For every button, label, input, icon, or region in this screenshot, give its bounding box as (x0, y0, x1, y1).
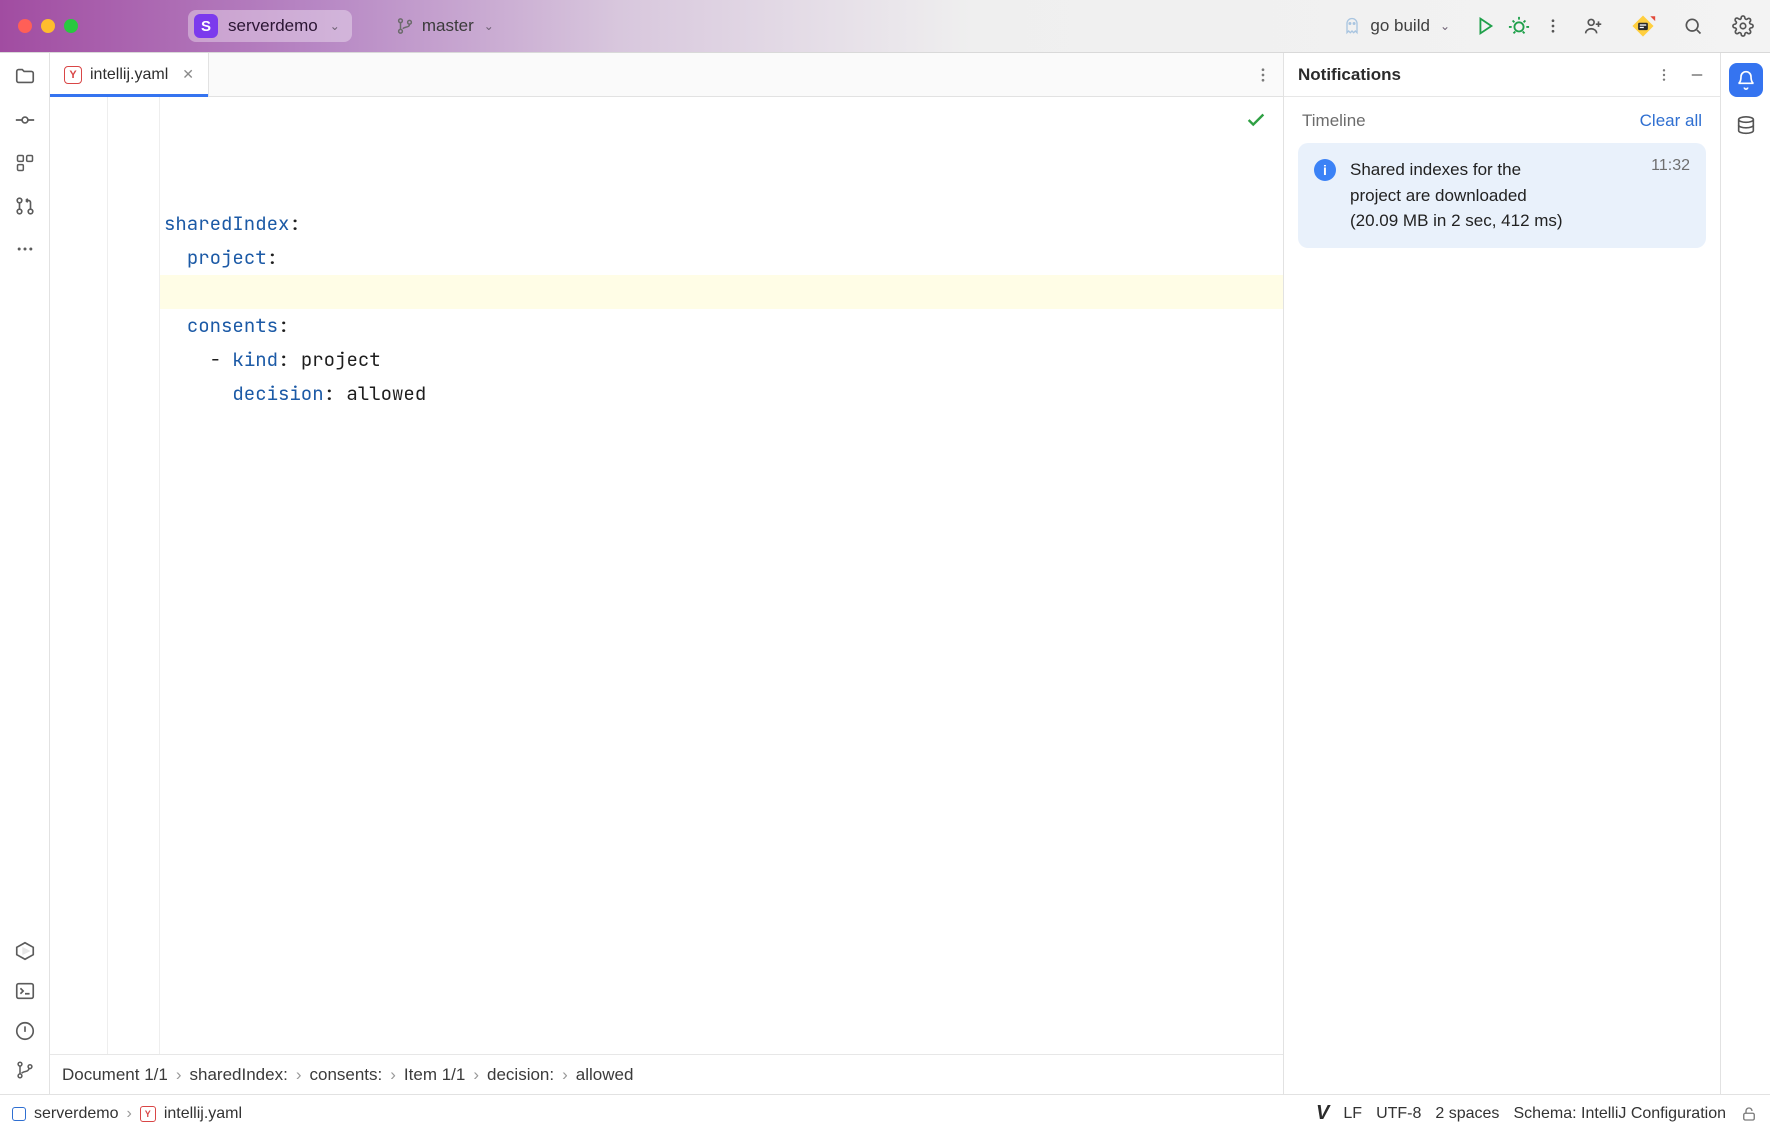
project-tool-button[interactable] (14, 65, 36, 87)
run-config-name: go build (1370, 16, 1430, 36)
breadcrumb-item[interactable]: Document 1/1 (62, 1065, 168, 1085)
left-tool-stripe (0, 53, 50, 1094)
close-window-button[interactable] (18, 19, 32, 33)
terminal-tool-button[interactable] (14, 980, 36, 1002)
inspection-ok-icon[interactable] (1245, 109, 1267, 131)
main-area: Y intellij.yaml ✕ sharedIndex: project: … (0, 53, 1770, 1094)
right-tool-stripe (1720, 53, 1770, 1094)
services-tool-button[interactable] (14, 940, 36, 962)
breadcrumb-item[interactable]: decision: (487, 1065, 554, 1085)
breadcrumb-item[interactable]: sharedIndex: (190, 1065, 288, 1085)
notifications-panel: Notifications Timeline Clear all i Share… (1284, 53, 1720, 1094)
tab-filename: intellij.yaml (90, 66, 168, 84)
code-with-me-button[interactable] (1576, 9, 1610, 43)
minimize-window-button[interactable] (41, 19, 55, 33)
yaml-file-icon: Y (140, 1106, 156, 1122)
info-icon: i (1314, 159, 1336, 181)
editor-tab[interactable]: Y intellij.yaml ✕ (50, 53, 209, 96)
module-icon (12, 1107, 26, 1121)
code-editor[interactable]: sharedIndex: project: - url: http://127.… (50, 97, 1283, 1054)
schema-widget[interactable]: Schema: IntelliJ Configuration (1513, 1105, 1726, 1123)
close-tab-button[interactable]: ✕ (182, 66, 194, 83)
ghost-icon (1342, 16, 1362, 36)
notifications-toolbar: Timeline Clear all (1284, 97, 1720, 141)
commit-tool-button[interactable] (14, 109, 36, 131)
window-controls (18, 19, 78, 33)
structure-tool-button[interactable] (15, 153, 35, 173)
yaml-file-icon: Y (64, 66, 82, 84)
breadcrumb-item[interactable]: Item 1/1 (404, 1065, 465, 1085)
run-button[interactable] (1468, 9, 1502, 43)
debug-button[interactable] (1502, 9, 1536, 43)
run-config-selector[interactable]: go build ⌄ (1342, 16, 1450, 36)
status-path-file: intellij.yaml (164, 1105, 242, 1123)
database-tool-button[interactable] (1735, 115, 1757, 137)
notification-time: 11:32 (1651, 157, 1690, 175)
breadcrumb-item[interactable]: allowed (576, 1065, 634, 1085)
indent-widget[interactable]: 2 spaces (1435, 1105, 1499, 1123)
status-path[interactable]: serverdemo › Y intellij.yaml (12, 1105, 242, 1123)
editor-tabs: Y intellij.yaml ✕ (50, 53, 1283, 97)
encoding-widget[interactable]: UTF-8 (1376, 1105, 1421, 1123)
branch-name: master (422, 16, 474, 36)
tab-actions-button[interactable] (1243, 53, 1283, 96)
project-selector[interactable]: S serverdemo ⌄ (188, 10, 352, 42)
notification-item[interactable]: i Shared indexes for the project are dow… (1298, 143, 1706, 248)
hide-panel-button[interactable] (1688, 66, 1706, 84)
more-actions-button[interactable] (1536, 9, 1570, 43)
panel-options-button[interactable] (1656, 67, 1672, 83)
title-bar: S serverdemo ⌄ master ⌄ go build ⌄ (0, 0, 1770, 53)
git-branch-selector[interactable]: master ⌄ (386, 12, 504, 40)
status-path-root: serverdemo (34, 1105, 118, 1123)
notification-message: Shared indexes for the project are downl… (1350, 157, 1575, 234)
notifications-header: Notifications (1284, 53, 1720, 97)
breadcrumb-bar: Document 1/1› sharedIndex:› consents:› I… (50, 1054, 1283, 1094)
shared-index-icon[interactable] (1626, 9, 1660, 43)
editor-column: Y intellij.yaml ✕ sharedIndex: project: … (50, 53, 1284, 1094)
problems-tool-button[interactable] (14, 1020, 36, 1042)
more-tool-button[interactable] (15, 239, 35, 259)
gutter-line-numbers (50, 97, 108, 1054)
breadcrumb-item[interactable]: consents: (309, 1065, 382, 1085)
line-separator-widget[interactable]: LF (1343, 1105, 1362, 1123)
pull-requests-tool-button[interactable] (14, 195, 36, 217)
clear-all-button[interactable]: Clear all (1640, 111, 1702, 131)
chevron-down-icon: ⌄ (484, 19, 494, 33)
chevron-down-icon: ⌄ (1440, 19, 1450, 33)
search-everywhere-button[interactable] (1676, 9, 1710, 43)
notifications-tool-button[interactable] (1729, 63, 1763, 97)
status-bar: serverdemo › Y intellij.yaml V LF UTF-8 … (0, 1094, 1770, 1132)
notifications-title: Notifications (1298, 65, 1401, 85)
project-icon: S (194, 14, 218, 38)
chevron-down-icon: ⌄ (330, 19, 340, 33)
gutter-icons (108, 97, 160, 1054)
readonly-toggle[interactable] (1740, 1105, 1758, 1123)
maximize-window-button[interactable] (64, 19, 78, 33)
settings-button[interactable] (1726, 9, 1760, 43)
timeline-label: Timeline (1302, 111, 1366, 131)
chevron-right-icon: › (126, 1105, 131, 1123)
branch-icon (396, 17, 414, 35)
code-area[interactable]: sharedIndex: project: - url: http://127.… (160, 97, 1283, 1054)
vim-indicator[interactable]: V (1316, 1102, 1329, 1125)
git-tool-button[interactable] (15, 1060, 35, 1080)
project-name: serverdemo (228, 16, 318, 36)
